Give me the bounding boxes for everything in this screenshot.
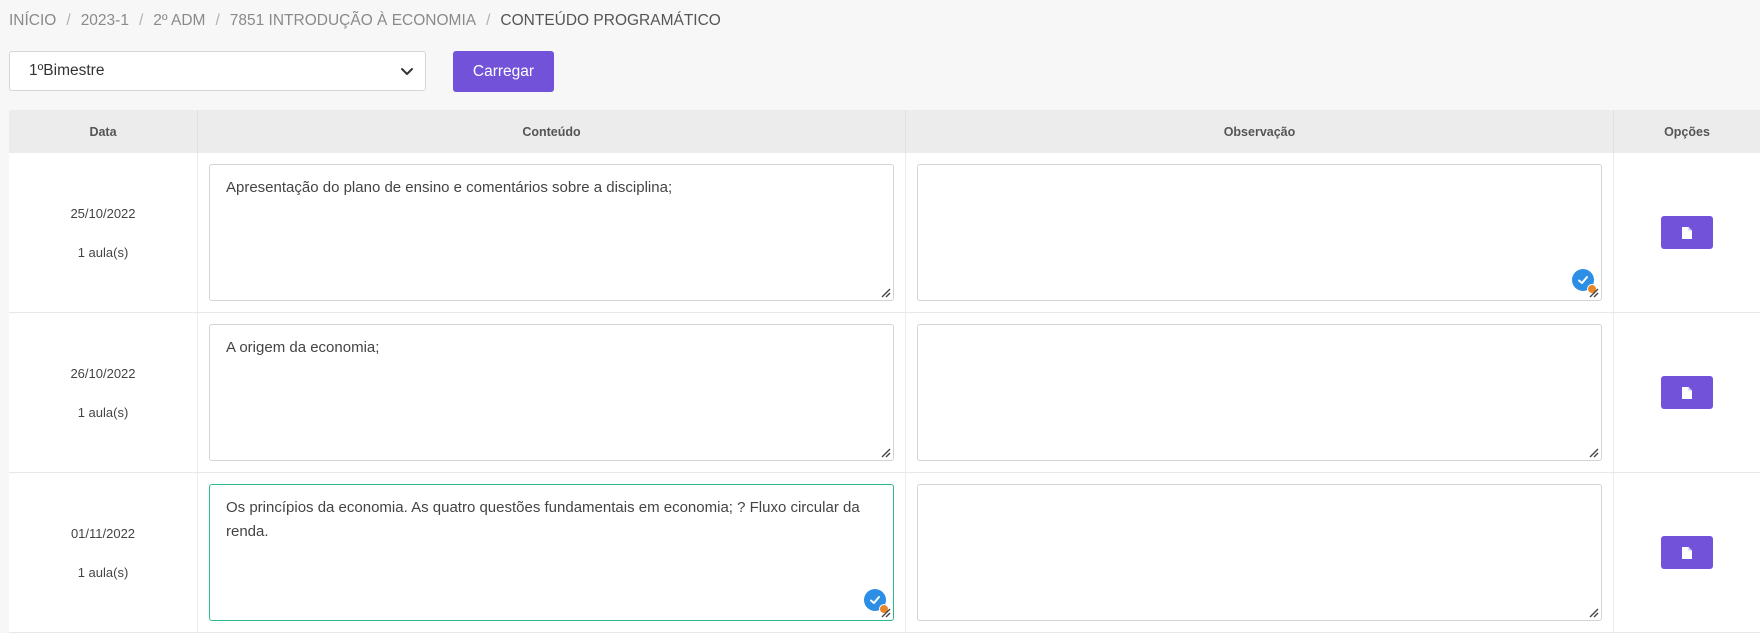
content-text: A origem da economia; <box>226 339 380 356</box>
breadcrumb-separator: / <box>486 12 491 29</box>
chevron-down-icon <box>401 68 413 75</box>
checkmark-icon <box>870 596 880 604</box>
breadcrumb-semester[interactable]: 2023-1 <box>81 12 129 30</box>
row-aulas: 1 aula(s) <box>77 244 129 260</box>
date-cell: 01/11/2022 1 aula(s) <box>9 473 198 632</box>
checkmark-icon <box>1578 276 1588 284</box>
table-row: 25/10/2022 1 aula(s) Apresentação do pla… <box>9 153 1760 313</box>
resize-grip-icon[interactable] <box>879 606 891 618</box>
document-button[interactable] <box>1661 376 1713 409</box>
resize-grip-icon[interactable] <box>1587 606 1599 618</box>
options-cell <box>1614 313 1760 472</box>
content-textarea[interactable]: A origem da economia; <box>209 324 894 461</box>
header-observation: Observação <box>906 110 1614 153</box>
row-date: 26/10/2022 <box>70 365 136 381</box>
resize-grip-icon[interactable] <box>1587 286 1599 298</box>
breadcrumb-home[interactable]: INÍCIO <box>9 12 56 30</box>
observation-textarea[interactable] <box>917 484 1602 621</box>
resize-grip-icon[interactable] <box>879 286 891 298</box>
observation-textarea[interactable] <box>917 164 1602 301</box>
content-text: Os princípios da economia. As quatro que… <box>226 499 860 540</box>
options-cell <box>1614 473 1760 632</box>
options-cell <box>1614 153 1760 312</box>
header-options: Opções <box>1664 124 1710 139</box>
content-cell: Os princípios da economia. As quatro que… <box>198 473 906 632</box>
resize-grip-icon[interactable] <box>879 446 891 458</box>
date-cell: 26/10/2022 1 aula(s) <box>9 313 198 472</box>
header-content: Conteúdo <box>198 110 906 153</box>
breadcrumb-separator: / <box>138 12 144 29</box>
observation-cell <box>906 153 1614 312</box>
content-table: Data Conteúdo Observação Opções 25/10/20… <box>9 110 1760 633</box>
file-icon <box>1682 226 1692 239</box>
row-aulas: 1 aula(s) <box>77 564 129 580</box>
breadcrumb-separator: / <box>66 12 71 29</box>
table-row: 26/10/2022 1 aula(s) A origem da economi… <box>9 313 1760 473</box>
content-textarea[interactable]: Os princípios da economia. As quatro que… <box>209 484 894 621</box>
breadcrumb-current: CONTEÚDO PROGRAMÁTICO <box>500 12 721 29</box>
document-button[interactable] <box>1661 536 1713 569</box>
file-icon <box>1682 546 1692 559</box>
breadcrumb: INÍCIO / 2023-1 / 2º ADM / 7851 INTRODUÇ… <box>9 12 721 30</box>
document-button[interactable] <box>1661 216 1713 249</box>
content-text: Apresentação do plano de ensino e coment… <box>226 179 673 196</box>
row-date: 25/10/2022 <box>70 205 136 221</box>
date-cell: 25/10/2022 1 aula(s) <box>9 153 198 312</box>
file-icon <box>1682 386 1692 399</box>
bimester-select[interactable]: 1ºBimestre <box>9 51 426 91</box>
load-button[interactable]: Carregar <box>453 51 554 92</box>
bimester-select-value: 1ºBimestre <box>29 62 105 79</box>
row-date: 01/11/2022 <box>70 525 136 541</box>
content-cell: A origem da economia; <box>198 313 906 472</box>
observation-textarea[interactable] <box>917 324 1602 461</box>
table-header: Data Conteúdo Observação Opções <box>9 110 1760 153</box>
breadcrumb-course[interactable]: 7851 INTRODUÇÃO À ECONOMIA <box>230 12 476 30</box>
breadcrumb-separator: / <box>215 12 220 29</box>
resize-grip-icon[interactable] <box>1587 446 1599 458</box>
row-aulas: 1 aula(s) <box>77 404 129 420</box>
observation-cell <box>906 473 1614 632</box>
table-row: 01/11/2022 1 aula(s) Os princípios da ec… <box>9 473 1760 633</box>
breadcrumb-class[interactable]: 2º ADM <box>153 12 205 30</box>
header-date: Data <box>9 110 198 153</box>
content-textarea[interactable]: Apresentação do plano de ensino e coment… <box>209 164 894 301</box>
observation-cell <box>906 313 1614 472</box>
content-cell: Apresentação do plano de ensino e coment… <box>198 153 906 312</box>
